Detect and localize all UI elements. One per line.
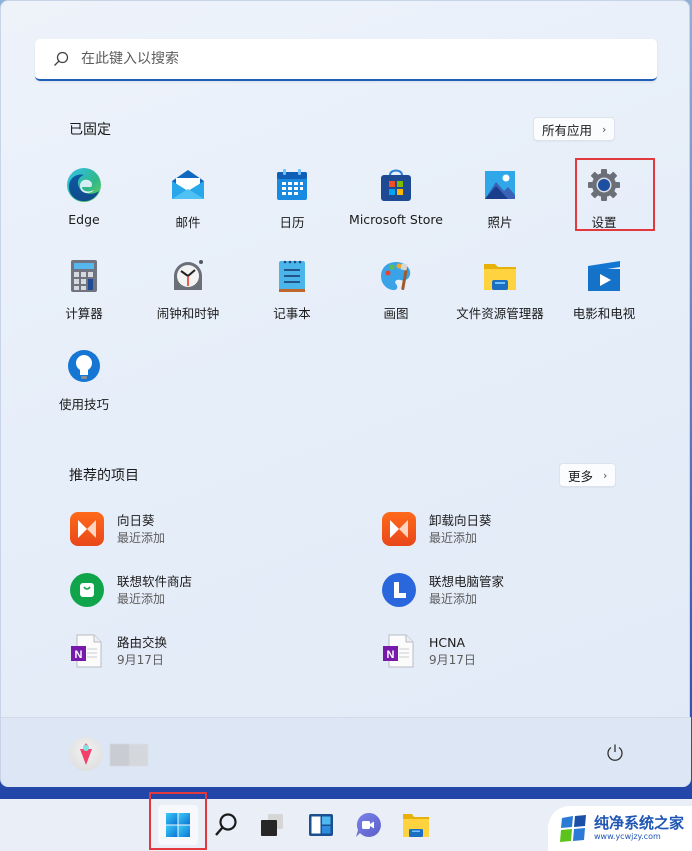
tips-lightbulb-icon xyxy=(66,349,102,385)
item-name: 联想软件商店 xyxy=(117,574,193,589)
more-button[interactable]: 更多 › xyxy=(559,463,617,487)
more-label: 更多 xyxy=(568,468,594,484)
edge-icon xyxy=(66,167,102,203)
calendar-icon xyxy=(274,167,310,203)
lenovo-pc-manager-icon xyxy=(381,572,417,608)
app-label: 画图 xyxy=(383,306,409,321)
item-name: 联想电脑管家 xyxy=(429,574,505,589)
onenote-file-icon: N xyxy=(69,633,105,669)
mail-icon xyxy=(170,167,206,203)
chat-button[interactable] xyxy=(348,805,388,845)
item-subtitle: 9月17日 xyxy=(429,653,476,667)
pinned-app-notepad[interactable]: 记事本 xyxy=(240,250,344,341)
app-label: 记事本 xyxy=(273,306,311,321)
task-view-button[interactable] xyxy=(252,805,292,845)
pinned-app-edge[interactable]: Edge xyxy=(32,159,136,250)
app-label: 计算器 xyxy=(65,306,103,321)
paint-palette-icon xyxy=(378,258,414,294)
app-label: 使用技巧 xyxy=(58,397,109,412)
recommended-list: 向日葵 最近添加 卸载向日葵 最近添加 联想软件商店 最近添加 联想电脑管家 最… xyxy=(69,511,661,694)
pinned-app-alarms-clock[interactable]: 闹钟和时钟 xyxy=(136,250,240,341)
file-explorer-icon xyxy=(403,814,429,837)
item-name: 向日葵 xyxy=(117,513,155,528)
item-subtitle: 最近添加 xyxy=(117,592,166,606)
widgets-icon xyxy=(309,814,333,836)
app-label: 日历 xyxy=(279,215,305,230)
sunflower-icon xyxy=(381,511,417,547)
all-apps-label: 所有应用 xyxy=(542,122,593,138)
item-subtitle: 最近添加 xyxy=(429,592,478,606)
recommended-item[interactable]: 向日葵 最近添加 xyxy=(69,511,381,572)
app-label: Microsoft Store xyxy=(349,212,443,227)
pinned-app-tips[interactable]: 使用技巧 xyxy=(32,341,136,432)
search-input[interactable] xyxy=(81,51,621,67)
movies-tv-icon xyxy=(586,258,622,294)
start-button-highlight xyxy=(149,792,207,850)
all-apps-button[interactable]: 所有应用 › xyxy=(533,117,616,141)
pinned-app-microsoft-store[interactable]: Microsoft Store xyxy=(344,159,448,250)
search-icon xyxy=(215,813,237,836)
recommended-item[interactable]: N 路由交换 9月17日 xyxy=(69,633,381,694)
item-subtitle: 最近添加 xyxy=(117,531,166,545)
app-label: 闹钟和时钟 xyxy=(156,306,220,321)
calculator-icon xyxy=(66,258,102,294)
recommended-item[interactable]: 联想软件商店 最近添加 xyxy=(69,572,381,633)
pinned-app-file-explorer[interactable]: 文件资源管理器 xyxy=(448,250,552,341)
start-menu: 已固定 所有应用 › Edge xyxy=(0,0,691,787)
settings-gear-icon xyxy=(586,167,622,203)
app-label: 邮件 xyxy=(175,215,201,230)
app-label: 照片 xyxy=(487,215,513,230)
app-label: 设置 xyxy=(591,215,617,230)
store-icon xyxy=(378,167,414,203)
file-explorer-button[interactable] xyxy=(396,805,436,845)
pinned-app-calendar[interactable]: 日历 xyxy=(240,159,344,250)
item-name: 卸载向日葵 xyxy=(429,513,492,528)
svg-text:N: N xyxy=(75,649,83,661)
taskbar-search-button[interactable] xyxy=(206,805,246,845)
chevron-right-icon: › xyxy=(603,468,608,482)
pinned-apps-grid: Edge 邮件 日历 Microsoft Store 照片 设置 计算器 闹钟和… xyxy=(32,158,656,432)
avatar[interactable] xyxy=(69,737,103,771)
app-label: 文件资源管理器 xyxy=(456,306,544,321)
app-label: Edge xyxy=(68,212,100,227)
pinned-app-calculator[interactable]: 计算器 xyxy=(32,250,136,341)
item-subtitle: 9月17日 xyxy=(117,653,164,667)
search-icon xyxy=(54,51,69,66)
alarm-clock-icon xyxy=(170,258,206,294)
search-box[interactable] xyxy=(35,39,657,81)
chevron-right-icon: › xyxy=(602,122,607,136)
recommended-title: 推荐的项目 xyxy=(69,468,139,484)
pinned-app-mail[interactable]: 邮件 xyxy=(136,159,240,250)
lenovo-store-icon xyxy=(69,572,105,608)
svg-text:N: N xyxy=(387,649,395,661)
recommended-item[interactable]: 联想电脑管家 最近添加 xyxy=(381,572,661,633)
item-name: 路由交换 xyxy=(117,635,168,650)
item-subtitle: 最近添加 xyxy=(429,531,478,545)
recommended-item[interactable]: N HCNA 9月17日 xyxy=(381,633,661,694)
widgets-button[interactable] xyxy=(301,805,341,845)
pinned-title: 已固定 xyxy=(69,122,111,138)
task-view-icon xyxy=(261,814,283,836)
pinned-app-movies-tv[interactable]: 电影和电视 xyxy=(552,250,656,341)
photos-icon xyxy=(482,167,518,203)
folder-icon xyxy=(482,258,518,294)
onenote-file-icon: N xyxy=(381,633,417,669)
watermark-url: www.ycwjzy.com xyxy=(594,832,661,841)
notepad-icon xyxy=(274,258,310,294)
watermark-logo-icon xyxy=(560,814,586,842)
watermark-title: 纯净系统之家 xyxy=(594,814,685,832)
teams-chat-icon xyxy=(356,812,381,837)
sunflower-icon xyxy=(69,511,105,547)
power-icon xyxy=(607,744,623,761)
pinned-app-settings[interactable]: 设置 xyxy=(552,158,656,250)
pinned-app-paint[interactable]: 画图 xyxy=(344,250,448,341)
watermark: 纯净系统之家 www.ycwjzy.com xyxy=(548,806,692,851)
item-name: HCNA xyxy=(429,635,466,650)
recommended-item[interactable]: 卸载向日葵 最近添加 xyxy=(381,511,661,572)
app-label: 电影和电视 xyxy=(572,306,636,321)
power-button[interactable] xyxy=(604,742,626,764)
user-name[interactable] xyxy=(110,744,148,766)
pinned-app-photos[interactable]: 照片 xyxy=(448,159,552,250)
start-footer xyxy=(1,717,691,787)
